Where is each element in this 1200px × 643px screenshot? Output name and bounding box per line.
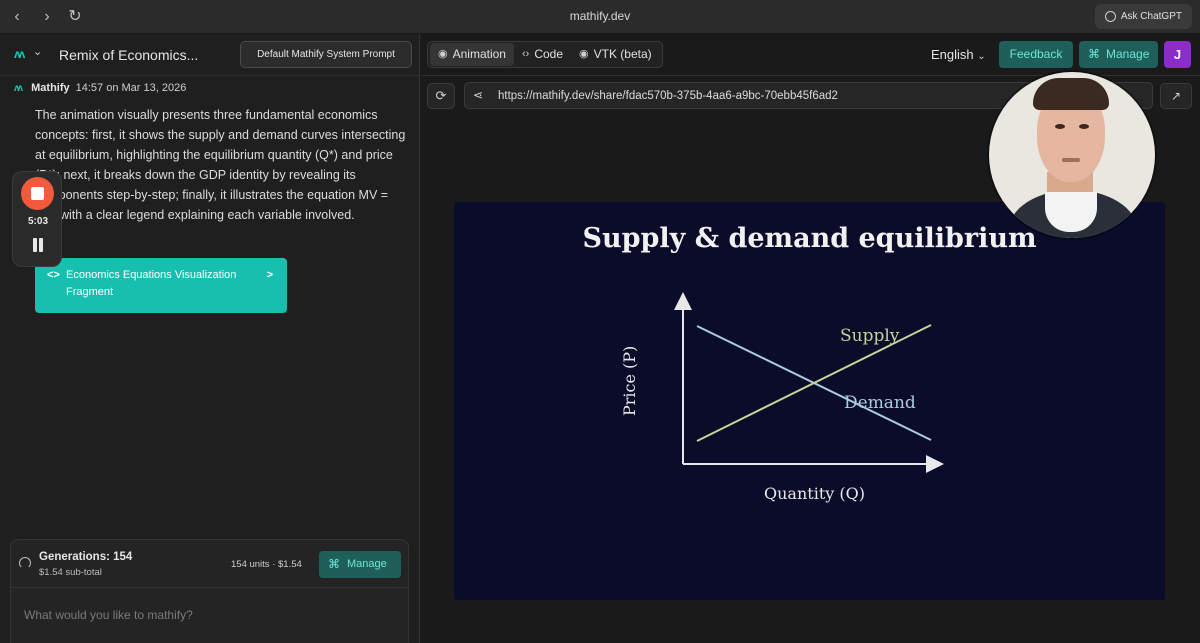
project-title[interactable]: Remix of Economics... bbox=[59, 47, 198, 63]
webcam-eye bbox=[1079, 124, 1089, 129]
supply-label: Supply bbox=[840, 326, 900, 346]
message-meta: ʌʌ Mathify 14:57 on Mar 13, 2026 bbox=[14, 82, 186, 94]
x-axis-arrow bbox=[926, 455, 944, 473]
chat-header: ʌʌ ⌄ Remix of Economics... Default Mathi… bbox=[0, 34, 420, 76]
fragment-button[interactable]: <> Economics Equations Visualization Fra… bbox=[35, 258, 287, 313]
y-axis-arrow bbox=[674, 292, 692, 310]
webcam-eye bbox=[1055, 124, 1065, 129]
tab-animation-label: Animation bbox=[452, 47, 506, 61]
manage-label: Manage bbox=[1106, 47, 1150, 61]
generations-subtotal: $1.54 sub-total bbox=[39, 567, 102, 578]
gauge-icon bbox=[19, 557, 31, 569]
webcam-overlay bbox=[989, 72, 1155, 238]
chatgpt-icon bbox=[1104, 11, 1116, 22]
chevron-down-icon[interactable]: ⌄ bbox=[33, 45, 42, 58]
refresh-icon[interactable]: ⟳ bbox=[427, 83, 455, 109]
divider bbox=[11, 587, 408, 588]
view-tabs: ◉ Animation ‹› Code ◉ VTK (beta) bbox=[427, 41, 663, 68]
tab-code[interactable]: ‹› Code bbox=[514, 43, 571, 66]
chevron-down-icon: ⌄ bbox=[977, 51, 986, 62]
feedback-button[interactable]: Feedback bbox=[999, 41, 1073, 68]
pause-icon[interactable] bbox=[31, 238, 45, 252]
mathify-logo-icon[interactable]: ʌʌ bbox=[14, 47, 25, 61]
eye-icon: ◉ bbox=[579, 48, 589, 60]
recording-time: 5:03 bbox=[27, 216, 48, 227]
message-timestamp: 14:57 on Mar 13, 2026 bbox=[75, 82, 187, 94]
supply-demand-graph: Supply Demand Quantity (Q) Price (P) bbox=[620, 292, 944, 503]
generations-count: Generations: 154 bbox=[39, 551, 133, 563]
animation-stage: Supply & demand equilibrium Supply Deman… bbox=[454, 202, 1165, 600]
share-url[interactable]: https://mathify.dev/share/fdac570b-375b-… bbox=[498, 90, 838, 102]
manage-icon: ⌘ bbox=[1088, 47, 1100, 61]
demand-label: Demand bbox=[844, 393, 916, 413]
code-icon: ‹› bbox=[521, 48, 530, 60]
browser-toolbar: ‹ › ↻ mathify.dev Ask ChatGPT bbox=[0, 0, 1200, 34]
prompt-input[interactable] bbox=[24, 604, 394, 626]
language-select[interactable]: English ⌄ bbox=[931, 47, 986, 62]
generations-units: 154 units · $1.54 bbox=[231, 559, 302, 570]
chat-panel: ʌʌ ⌄ Remix of Economics... Default Mathi… bbox=[0, 34, 420, 643]
y-axis-label: Price (P) bbox=[620, 346, 639, 416]
tab-vtk[interactable]: ◉ VTK (beta) bbox=[571, 43, 660, 66]
mathify-avatar-icon: ʌʌ bbox=[14, 82, 23, 94]
recording-widget: 5:03 bbox=[12, 171, 62, 267]
message-text: The animation visually presents three fu… bbox=[35, 108, 406, 222]
ask-chatgpt-label: Ask ChatGPT bbox=[1120, 11, 1182, 22]
manage-credits-label: Manage bbox=[347, 558, 387, 570]
message-author: Mathify bbox=[31, 82, 70, 94]
stop-recording-button[interactable] bbox=[21, 177, 54, 210]
webcam-mouth bbox=[1062, 158, 1080, 162]
webcam-hair bbox=[1033, 78, 1109, 110]
tab-animation[interactable]: ◉ Animation bbox=[430, 43, 514, 66]
manage-icon: ⌘ bbox=[328, 557, 340, 571]
fragment-label: Economics Equations Visualization Fragme… bbox=[66, 269, 237, 298]
eye-icon: ◉ bbox=[438, 48, 448, 60]
code-icon: <> bbox=[47, 269, 60, 281]
ask-chatgpt-button[interactable]: Ask ChatGPT bbox=[1094, 4, 1192, 29]
share-icon: ⋖ bbox=[473, 88, 484, 102]
preview-toolbar: ◉ Animation ‹› Code ◉ VTK (beta) English… bbox=[421, 34, 1200, 76]
system-prompt-button[interactable]: Default Mathify System Prompt bbox=[240, 41, 412, 68]
manage-credits-button[interactable]: ⌘ Manage bbox=[319, 551, 401, 578]
manage-button[interactable]: ⌘ Manage bbox=[1079, 41, 1158, 68]
external-link-icon[interactable]: ↗ bbox=[1160, 83, 1192, 109]
avatar[interactable]: J bbox=[1164, 41, 1191, 68]
chevron-right-icon: > bbox=[266, 269, 273, 281]
tab-vtk-label: VTK (beta) bbox=[593, 47, 652, 61]
browser-title: mathify.dev bbox=[569, 9, 631, 23]
language-label: English bbox=[931, 47, 974, 62]
tab-code-label: Code bbox=[534, 47, 563, 61]
generations-card: Generations: 154 $1.54 sub-total 154 uni… bbox=[10, 539, 409, 643]
x-axis-label: Quantity (Q) bbox=[764, 484, 865, 503]
